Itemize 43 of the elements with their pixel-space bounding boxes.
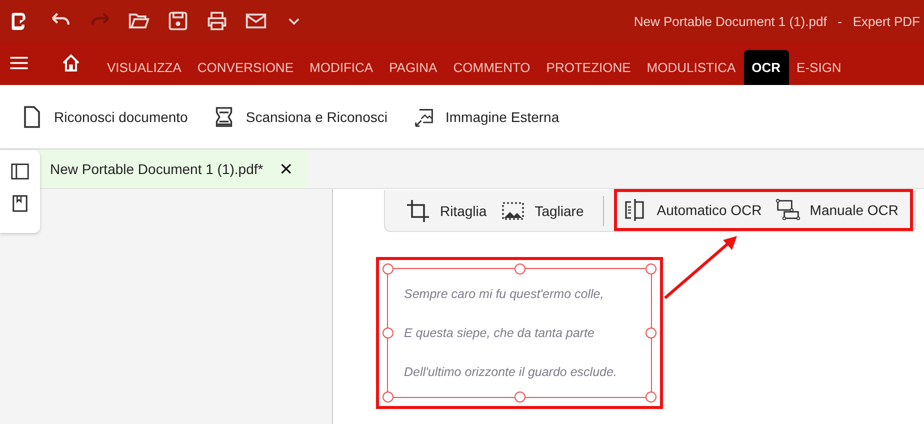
document-icon [22, 104, 42, 128]
text-column-icon [622, 198, 647, 222]
resize-handle[interactable] [514, 264, 525, 274]
document-tab-title: New Portable Document 1 (1).pdf* [50, 161, 264, 177]
poem-line: E questa siepe, che da tanta parte [404, 326, 596, 340]
selection-frames-icon [776, 198, 800, 222]
crop-icon [406, 198, 430, 222]
resize-handle[interactable] [646, 264, 656, 274]
menu-tab[interactable]: PROTEZIONE [538, 50, 639, 85]
window-title: New Portable Document 1 (1).pdf - Expert PDF [634, 14, 921, 28]
print-icon[interactable] [206, 10, 228, 32]
toolbar-button[interactable]: Ritaglia [400, 198, 493, 222]
home-icon[interactable] [61, 53, 81, 73]
menu-tab[interactable]: E-SIGN [788, 50, 850, 85]
menu-icon[interactable] [10, 56, 28, 70]
toolbar-button[interactable]: Tagliare [494, 198, 590, 222]
bookmark-icon[interactable] [11, 195, 29, 212]
app-logo-icon[interactable] [10, 10, 28, 32]
resize-handle[interactable] [646, 328, 656, 338]
close-button[interactable]: ✕ [275, 158, 298, 180]
poem-line: Sempre caro mi fu quest'ermo colle, [404, 287, 605, 302]
toolbar-button[interactable]: Manuale OCR [770, 198, 904, 222]
menu-tab[interactable]: PAGINA [381, 50, 446, 85]
poem-line: Dell'ultimo orizzonte il guardo esclude. [404, 364, 618, 379]
menu-tab[interactable]: COMMENTO [445, 50, 538, 85]
menu-tab[interactable]: VISUALIZZA [99, 50, 190, 85]
ribbon-button[interactable]: Immagine Esterna [406, 100, 568, 132]
menu-tab[interactable]: OCR [744, 50, 789, 85]
scanner-icon [214, 104, 234, 128]
ribbon-button[interactable]: Scansiona e Riconosci [206, 100, 396, 132]
menu-tab[interactable]: CONVERSIONE [189, 50, 302, 85]
document-tab[interactable]: New Portable Document 1 (1).pdf* ✕ [40, 150, 307, 188]
sidebar-icon[interactable] [11, 163, 29, 180]
resize-handle[interactable] [646, 392, 656, 402]
menu-tab[interactable]: MODULISTICA [638, 50, 744, 85]
save-icon[interactable] [167, 10, 189, 32]
resize-handle[interactable] [514, 392, 525, 402]
menu-tab[interactable]: MODIFICA [302, 50, 382, 85]
toolbar-button[interactable]: Automatico OCR [616, 198, 768, 222]
resize-handle[interactable] [382, 328, 394, 338]
resize-handle[interactable] [382, 392, 394, 402]
ribbon-button[interactable]: Riconosci documento [14, 100, 196, 132]
resize-handle[interactable] [382, 264, 394, 274]
